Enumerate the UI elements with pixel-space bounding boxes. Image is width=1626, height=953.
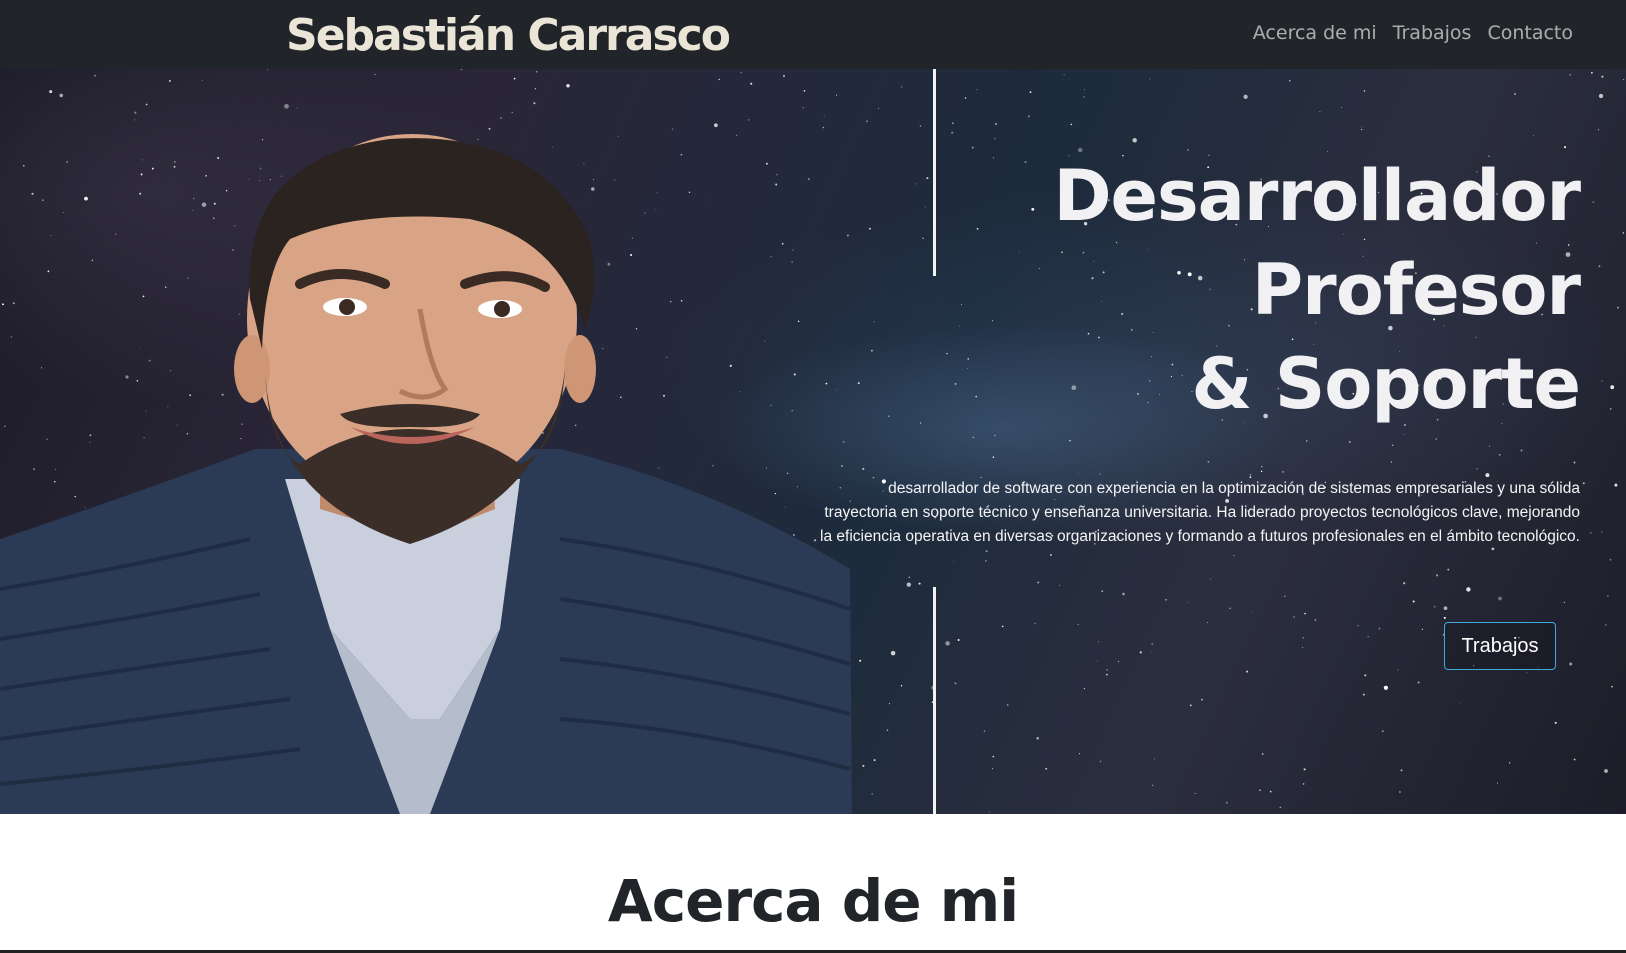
- nav-link-contacto[interactable]: Contacto: [1487, 20, 1573, 46]
- nav-link-trabajos[interactable]: Trabajos: [1393, 20, 1472, 46]
- nav-links: Acerca de mi Trabajos Contacto: [1253, 20, 1573, 46]
- headline-line-3: & Soporte: [1191, 343, 1581, 425]
- nav-link-acerca[interactable]: Acerca de mi: [1253, 20, 1377, 46]
- headline-line-2: Profesor: [1251, 249, 1581, 331]
- hero-intro-text: desarrollador de software con experienci…: [820, 480, 1580, 545]
- hero-divider-bottom: [933, 587, 936, 814]
- profile-photo: [0, 134, 852, 814]
- about-section-title: Acerca de mi: [607, 867, 1019, 935]
- trabajos-button[interactable]: Trabajos: [1444, 622, 1556, 670]
- hero-section: Desarrollador Profesor & Soporte desarro…: [0, 69, 1626, 814]
- hero-headline: Desarrollador Profesor & Soporte: [1053, 149, 1581, 431]
- top-navbar: Sebastián Carrasco Acerca de mi Trabajos…: [0, 0, 1626, 69]
- hero-divider-top: [933, 69, 936, 276]
- brand-logo[interactable]: Sebastián Carrasco: [286, 6, 731, 66]
- headline-line-1: Desarrollador: [1053, 155, 1581, 237]
